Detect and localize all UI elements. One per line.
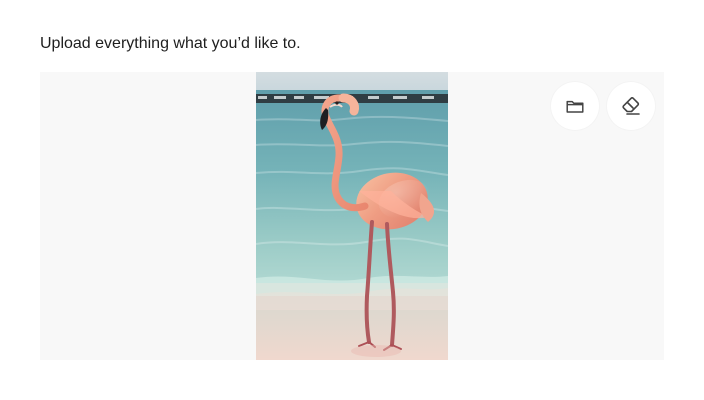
upload-preview-area[interactable] — [40, 72, 664, 360]
clear-upload-button[interactable] — [607, 82, 655, 130]
uploaded-image-preview — [256, 72, 448, 360]
upload-title: Upload everything what you’d like to. — [40, 35, 301, 52]
upload-page: Upload everything what you’d like to. — [0, 0, 704, 400]
folder-icon — [564, 95, 586, 117]
eraser-icon — [619, 94, 643, 118]
browse-files-button[interactable] — [551, 82, 599, 130]
